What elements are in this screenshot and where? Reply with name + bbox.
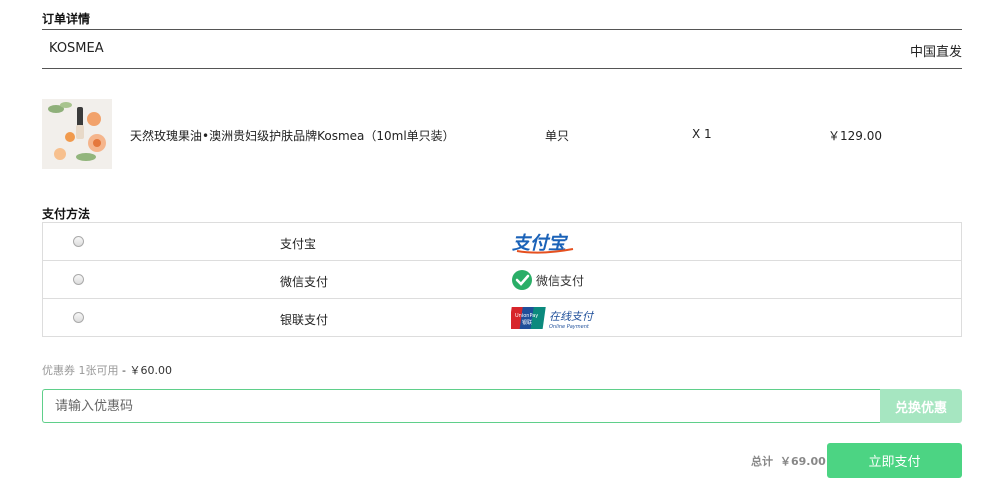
pay-now-button[interactable]: 立即支付 — [827, 443, 962, 478]
wechat-pay-logo-icon: 微信支付 — [511, 267, 601, 293]
product-price: ￥129.00 — [828, 129, 882, 143]
shipping-method: 中国直发 — [909, 45, 962, 60]
shop-name: KOSMEA — [49, 41, 104, 56]
coupon-discount: - ￥60.00 — [122, 364, 172, 377]
wechat-radio[interactable] — [73, 274, 84, 285]
total-amount: ￥69.00 — [780, 455, 826, 468]
coupon-availability: 优惠券 1张可用 - ￥60.00 — [42, 362, 172, 378]
product-image — [42, 99, 112, 169]
unionpay-logo-subtext: Online Payment — [549, 324, 590, 330]
wechat-pay-logo-text: 微信支付 — [536, 274, 584, 288]
redeem-coupon-button[interactable]: 兑换优惠 — [880, 389, 962, 423]
unionpay-radio[interactable] — [73, 312, 84, 323]
unionpay-brand-cn: 银联 — [522, 319, 532, 326]
payment-option-label: 微信支付 — [280, 275, 329, 289]
coupon-code-input[interactable] — [42, 389, 880, 423]
order-details-title: 订单详情 — [42, 12, 91, 26]
payment-option-label: 支付宝 — [280, 237, 317, 251]
coupon-label: 优惠券 1张可用 — [42, 364, 119, 377]
product-name[interactable]: 天然玫瑰果油•澳洲贵妇级护肤品牌Kosmea（10ml单只装） — [130, 127, 455, 144]
payment-method-title: 支付方法 — [42, 207, 91, 221]
unionpay-logo-text: 在线支付 — [549, 310, 595, 323]
payment-option-unionpay[interactable]: 银联支付 UnionPay 银联 在线支付 Online Payment — [43, 299, 961, 336]
payment-option-label: 银联支付 — [280, 313, 329, 327]
alipay-logo-icon: 支付宝 — [511, 229, 581, 255]
total-label: 总计 — [751, 455, 773, 468]
payment-option-alipay[interactable]: 支付宝 支付宝 — [43, 223, 961, 261]
unionpay-brand-text: UnionPay — [515, 313, 538, 319]
divider — [42, 68, 962, 69]
payment-method-list: 支付宝 支付宝 微信支付 微信支付 银联支付 UnionPay 银联 在线支付 … — [42, 222, 962, 337]
payment-option-wechat[interactable]: 微信支付 微信支付 — [43, 261, 961, 299]
product-quantity: X 1 — [692, 127, 712, 141]
product-spec: 单只 — [545, 129, 570, 143]
alipay-radio[interactable] — [73, 236, 84, 247]
unionpay-logo-icon: UnionPay 银联 在线支付 Online Payment — [508, 305, 601, 331]
divider — [42, 29, 962, 30]
